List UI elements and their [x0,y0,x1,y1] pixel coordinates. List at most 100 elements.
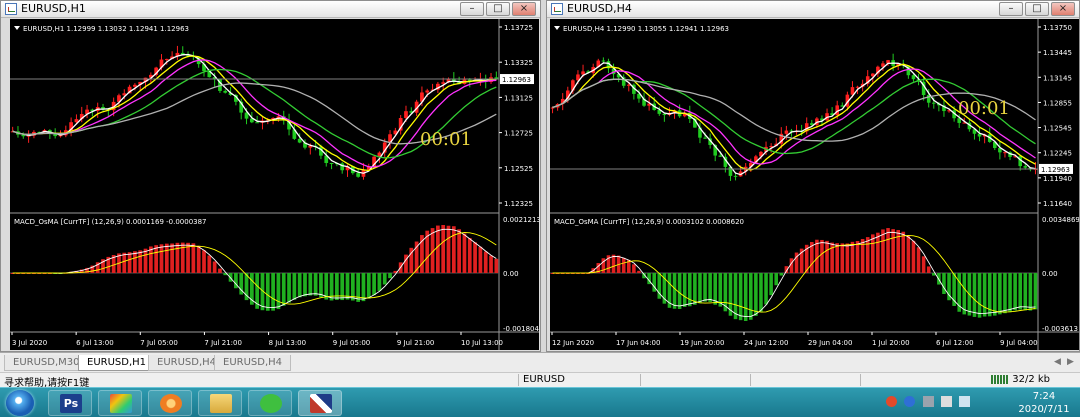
macd-bar [845,243,850,273]
macd-bar [207,255,212,273]
chart-window-h1[interactable]: EURUSD,H1 – □ × EURUSD,H1 1.12999 1.1303… [0,0,541,352]
taskbar-app-wechat[interactable] [248,390,292,416]
macd-bar [345,273,350,300]
price-info-label: EURUSD,H1 1.12999 1.13032 1.12941 1.1296… [23,25,189,33]
macd-bar [473,242,477,273]
macd-bar [779,273,784,276]
taskbar-app-metatrader[interactable] [298,390,342,416]
macd-bar [906,235,911,273]
macd-bar [926,266,931,273]
status-traffic[interactable]: 32/2 kb [991,374,1050,385]
tray-input-icon[interactable] [886,396,898,407]
macd-bar [1008,273,1012,313]
macd-bar [876,232,880,273]
price-tick-label: 1.13725 [504,24,533,32]
taskbar-app-photoshop[interactable]: Ps [48,390,92,416]
candle-body [784,130,789,134]
macd-bar [916,247,921,273]
macd-bar [441,225,446,273]
tray-settings-icon[interactable] [922,396,934,407]
macd-bar [372,273,376,296]
tab-scroll-left-icon[interactable]: ◀ [1054,357,1061,367]
candle-body [1023,166,1028,168]
taskbar-app-explorer[interactable] [198,390,242,416]
macd-bar [191,243,196,273]
macd-bar [698,273,702,304]
tray-network-icon[interactable] [940,396,952,407]
close-button[interactable]: × [1051,2,1075,16]
window-titlebar[interactable]: EURUSD,H1 – □ × [1,1,540,18]
status-divider [640,374,641,386]
maximize-button[interactable]: □ [1025,2,1049,16]
macd-bar [297,273,302,298]
macd-bar [769,273,773,296]
candle-body [164,58,169,60]
macd-bar [1018,273,1022,310]
status-divider [860,374,861,386]
taskbar-app-browser[interactable] [148,390,192,416]
candle-body [601,60,606,62]
price-tick-label: 1.13125 [504,94,533,102]
macd-bar [483,251,488,273]
macd-bar [265,273,270,311]
macd-bar [891,229,895,273]
macd-bar [977,273,982,318]
date-tick-label: 10 Jul 13:00 [461,339,503,347]
folder-icon [210,394,232,413]
taskbar-app-paint[interactable] [98,390,142,416]
wechat-icon [260,394,282,413]
macd-bar [921,256,926,273]
macd-bar [164,243,169,273]
macd-bar [759,273,763,312]
chart-icon [551,3,563,15]
candle-body [356,173,361,177]
tray-volume-icon[interactable] [959,396,970,407]
minimize-button[interactable]: – [460,2,484,16]
window-titlebar[interactable]: EURUSD,H4 – □ × [547,1,1079,18]
maximize-button[interactable]: □ [486,2,510,16]
macd-bar [718,273,723,307]
macd-bar [271,273,275,311]
macd-bar [1028,273,1033,311]
macd-bar [478,246,483,273]
macd-bar [196,245,201,273]
price-tick-label: 1.12325 [504,200,533,208]
macd-label: MACD_OsMA [CurrTF] (12,26,9) 0.0001169 -… [14,218,207,226]
date-tick-label: 9 Jul 21:00 [397,339,435,347]
macd-bar [998,273,1002,315]
macd-bar [143,248,148,273]
price-tick-label: 1.13445 [1043,49,1072,57]
tab-eurusd-h1[interactable]: EURUSD,H1 [78,355,156,371]
date-tick-label: 8 Jul 13:00 [269,339,307,347]
close-button[interactable]: × [512,2,536,16]
tab-eurusd-m30[interactable]: EURUSD,M30 [4,355,89,371]
start-button[interactable] [6,390,34,416]
macd-bar [749,273,753,320]
macd-bar [457,229,461,273]
candle-body [255,122,260,124]
macd-bar [881,229,885,273]
minimize-button[interactable]: – [999,2,1023,16]
tab-eurusd-h4-2[interactable]: EURUSD,H4 [214,355,292,371]
tray-help-icon[interactable] [904,396,916,407]
price-tick-label: 1.12525 [504,165,533,173]
candle-body [662,113,667,116]
candle-body [404,111,408,119]
current-price-label: 1.12963 [1041,166,1070,174]
system-tray[interactable] [886,396,970,408]
tab-scroll-right-icon[interactable]: ▶ [1067,357,1074,367]
date-tick-label: 7 Jul 05:00 [140,339,178,347]
macd-bar [366,273,371,299]
macd-bar [494,258,499,273]
macd-bar [154,245,159,273]
chart-area[interactable]: EURUSD,H4 1.12990 1.13055 1.12941 1.1296… [550,19,1079,350]
chart-window-h4[interactable]: EURUSD,H4 – □ × EURUSD,H4 1.12990 1.1305… [546,0,1080,352]
macd-bar [886,228,890,273]
chart-tabbar: EURUSD,M30 EURUSD,H1 EURUSD,H4 EURUSD,H4… [0,352,1080,372]
macd-bar [835,243,839,273]
price-tick-label: 1.11640 [1043,200,1072,208]
countdown-timer: 00:01 [958,98,1010,119]
system-clock[interactable]: 7:24 2020/7/11 [1014,390,1074,416]
date-tick-label: 6 Jul 13:00 [76,339,114,347]
chart-area[interactable]: EURUSD,H1 1.12999 1.13032 1.12941 1.1296… [10,19,539,350]
